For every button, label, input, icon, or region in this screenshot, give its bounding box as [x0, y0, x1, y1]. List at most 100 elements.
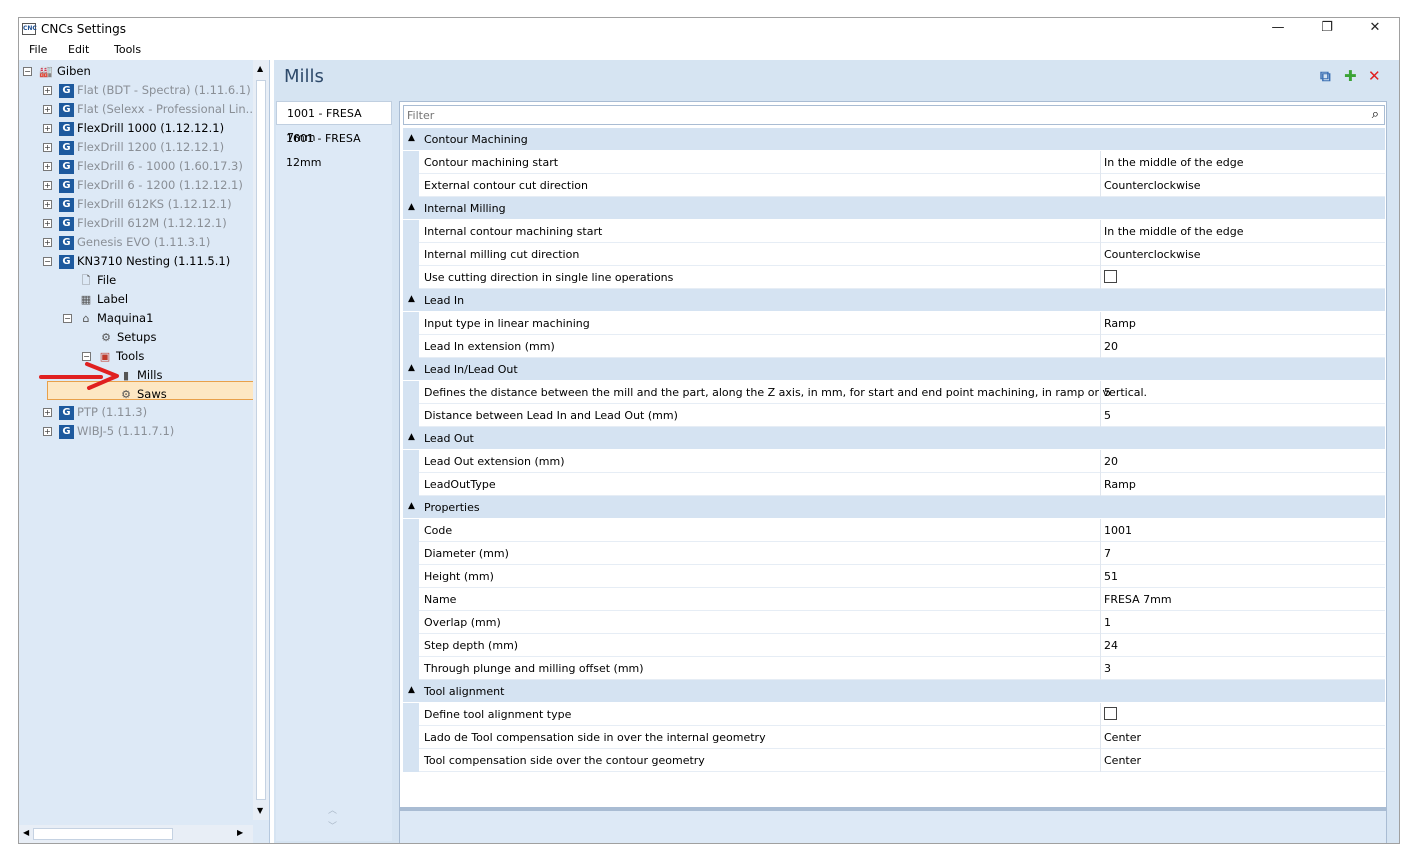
- collapse-icon[interactable]: −: [43, 257, 52, 266]
- property-row[interactable]: Through plunge and milling offset (mm) 3: [403, 657, 1385, 680]
- tree-node-machine[interactable]: + G FlexDrill 6 - 1200 (1.12.12.1): [43, 176, 243, 194]
- property-value[interactable]: 7: [1104, 547, 1111, 560]
- property-value[interactable]: 5: [1104, 386, 1111, 399]
- tree-node-machine[interactable]: + G FlexDrill 1200 (1.12.12.1): [43, 138, 224, 156]
- expand-icon[interactable]: +: [43, 86, 52, 95]
- property-row[interactable]: Defines the distance between the mill an…: [403, 381, 1385, 404]
- category-row[interactable]: ▲ Contour Machining: [403, 128, 1385, 151]
- column-divider[interactable]: [1100, 335, 1101, 358]
- list-scroll-down-icon[interactable]: ﹀: [328, 819, 337, 832]
- column-divider[interactable]: [1100, 174, 1101, 197]
- property-value[interactable]: In the middle of the edge: [1104, 156, 1243, 169]
- delete-icon[interactable]: ✕: [1368, 68, 1381, 84]
- expand-icon[interactable]: +: [43, 200, 52, 209]
- tree-node-machine[interactable]: + G PTP (1.11.3): [43, 403, 147, 421]
- property-row[interactable]: External contour cut direction Counterclo…: [403, 174, 1385, 197]
- category-row[interactable]: ▲ Lead In/Lead Out: [403, 358, 1385, 381]
- tree-node-machine[interactable]: + G FlexDrill 6 - 1000 (1.60.17.3): [43, 157, 243, 175]
- column-divider[interactable]: [1100, 450, 1101, 473]
- property-value[interactable]: Counterclockwise: [1104, 248, 1201, 261]
- expand-icon[interactable]: +: [43, 408, 52, 417]
- tree-vertical-scrollbar[interactable]: ▲ ▼: [253, 60, 269, 820]
- property-value[interactable]: Ramp: [1104, 317, 1136, 330]
- expand-icon[interactable]: +: [43, 105, 52, 114]
- column-divider[interactable]: [1100, 519, 1101, 542]
- minimize-button[interactable]: —: [1255, 18, 1301, 40]
- scroll-down-icon[interactable]: ▼: [257, 806, 263, 815]
- column-divider[interactable]: [1100, 266, 1101, 289]
- property-value[interactable]: In the middle of the edge: [1104, 225, 1243, 238]
- tree-node-machine[interactable]: + G FlexDrill 1000 (1.12.12.1): [43, 119, 224, 137]
- scroll-left-icon[interactable]: ◀: [23, 828, 29, 837]
- tree-horizontal-scrollbar[interactable]: ◀ ▶: [19, 825, 253, 843]
- collapse-icon[interactable]: −: [23, 67, 32, 76]
- property-row[interactable]: Define tool alignment type: [403, 703, 1385, 726]
- property-value[interactable]: 20: [1104, 340, 1118, 353]
- scroll-up-icon[interactable]: ▲: [257, 64, 263, 73]
- column-divider[interactable]: [1100, 634, 1101, 657]
- list-scroll-up-icon[interactable]: ︿: [328, 803, 337, 816]
- property-checkbox[interactable]: [1104, 707, 1117, 720]
- close-button[interactable]: ✕: [1352, 18, 1398, 40]
- property-row[interactable]: Overlap (mm) 1: [403, 611, 1385, 634]
- collapse-caret-icon[interactable]: ▲: [408, 202, 415, 212]
- collapse-caret-icon[interactable]: ▲: [408, 501, 415, 511]
- tree-scroll-thumb[interactable]: [256, 80, 266, 800]
- property-value[interactable]: 20: [1104, 455, 1118, 468]
- tree-node-machine[interactable]: + G Genesis EVO (1.11.3.1): [43, 233, 210, 251]
- property-value[interactable]: 1001: [1104, 524, 1132, 537]
- property-row[interactable]: Internal contour machining start In the m…: [403, 220, 1385, 243]
- tree-node-giben[interactable]: − 🏭 Giben: [23, 62, 91, 80]
- property-row[interactable]: Height (mm) 51: [403, 565, 1385, 588]
- property-row[interactable]: Step depth (mm) 24: [403, 634, 1385, 657]
- property-row[interactable]: Code 1001: [403, 519, 1385, 542]
- property-checkbox[interactable]: [1104, 270, 1117, 283]
- mill-list-item[interactable]: 1001 - FRESA 7mm: [276, 101, 392, 144]
- collapse-caret-icon[interactable]: ▲: [408, 432, 415, 442]
- filter-input[interactable]: [407, 108, 1347, 123]
- property-row[interactable]: Lead In extension (mm) 20: [403, 335, 1385, 358]
- column-divider[interactable]: [1100, 749, 1101, 772]
- tree-node-machine[interactable]: + G Flat (BDT - Spectra) (1.11.6.1): [43, 81, 251, 99]
- property-value[interactable]: Ramp: [1104, 478, 1136, 491]
- collapse-caret-icon[interactable]: ▲: [408, 363, 415, 373]
- tree-node-label[interactable]: ▦ Label: [79, 290, 128, 308]
- tree-node-maquina1[interactable]: − ⌂ Maquina1: [63, 309, 153, 327]
- collapse-icon[interactable]: −: [63, 314, 72, 323]
- expand-icon[interactable]: +: [43, 124, 52, 133]
- property-row[interactable]: Use cutting direction in single line ope…: [403, 266, 1385, 289]
- property-row[interactable]: LeadOutType Ramp: [403, 473, 1385, 496]
- tree-node-machine[interactable]: + G Flat (Selexx - Professional Lin...: [43, 100, 257, 118]
- property-row[interactable]: Distance between Lead In and Lead Out (m…: [403, 404, 1385, 427]
- mill-list-item[interactable]: 1601 - FRESA 12mm: [276, 127, 392, 169]
- column-divider[interactable]: [1100, 588, 1101, 611]
- expand-icon[interactable]: +: [43, 181, 52, 190]
- expand-icon[interactable]: +: [43, 238, 52, 247]
- collapse-caret-icon[interactable]: ▲: [408, 133, 415, 143]
- property-value[interactable]: 1: [1104, 616, 1111, 629]
- menu-file[interactable]: File: [29, 43, 47, 56]
- category-row[interactable]: ▲ Lead Out: [403, 427, 1385, 450]
- column-divider[interactable]: [1100, 381, 1101, 404]
- expand-icon[interactable]: +: [43, 219, 52, 228]
- tree-node-machine[interactable]: − G KN3710 Nesting (1.11.5.1): [43, 252, 230, 270]
- expand-icon[interactable]: +: [43, 427, 52, 436]
- scroll-right-icon[interactable]: ▶: [237, 828, 243, 837]
- property-value[interactable]: 51: [1104, 570, 1118, 583]
- property-row[interactable]: Lado de Tool compensation side in over t…: [403, 726, 1385, 749]
- menu-tools[interactable]: Tools: [114, 43, 141, 56]
- tree-node-machine[interactable]: + G FlexDrill 612KS (1.12.12.1): [43, 195, 232, 213]
- column-divider[interactable]: [1100, 243, 1101, 266]
- category-row[interactable]: ▲ Internal Milling: [403, 197, 1385, 220]
- column-divider[interactable]: [1100, 542, 1101, 565]
- expand-icon[interactable]: +: [43, 143, 52, 152]
- column-divider[interactable]: [1100, 312, 1101, 335]
- property-row[interactable]: Tool compensation side over the contour …: [403, 749, 1385, 772]
- property-value[interactable]: Center: [1104, 731, 1141, 744]
- category-row[interactable]: ▲ Tool alignment: [403, 680, 1385, 703]
- copy-icon[interactable]: ⧉: [1320, 68, 1331, 84]
- category-row[interactable]: ▲ Properties: [403, 496, 1385, 519]
- property-row[interactable]: Lead Out extension (mm) 20: [403, 450, 1385, 473]
- add-icon[interactable]: ✚: [1344, 68, 1357, 84]
- column-divider[interactable]: [1100, 611, 1101, 634]
